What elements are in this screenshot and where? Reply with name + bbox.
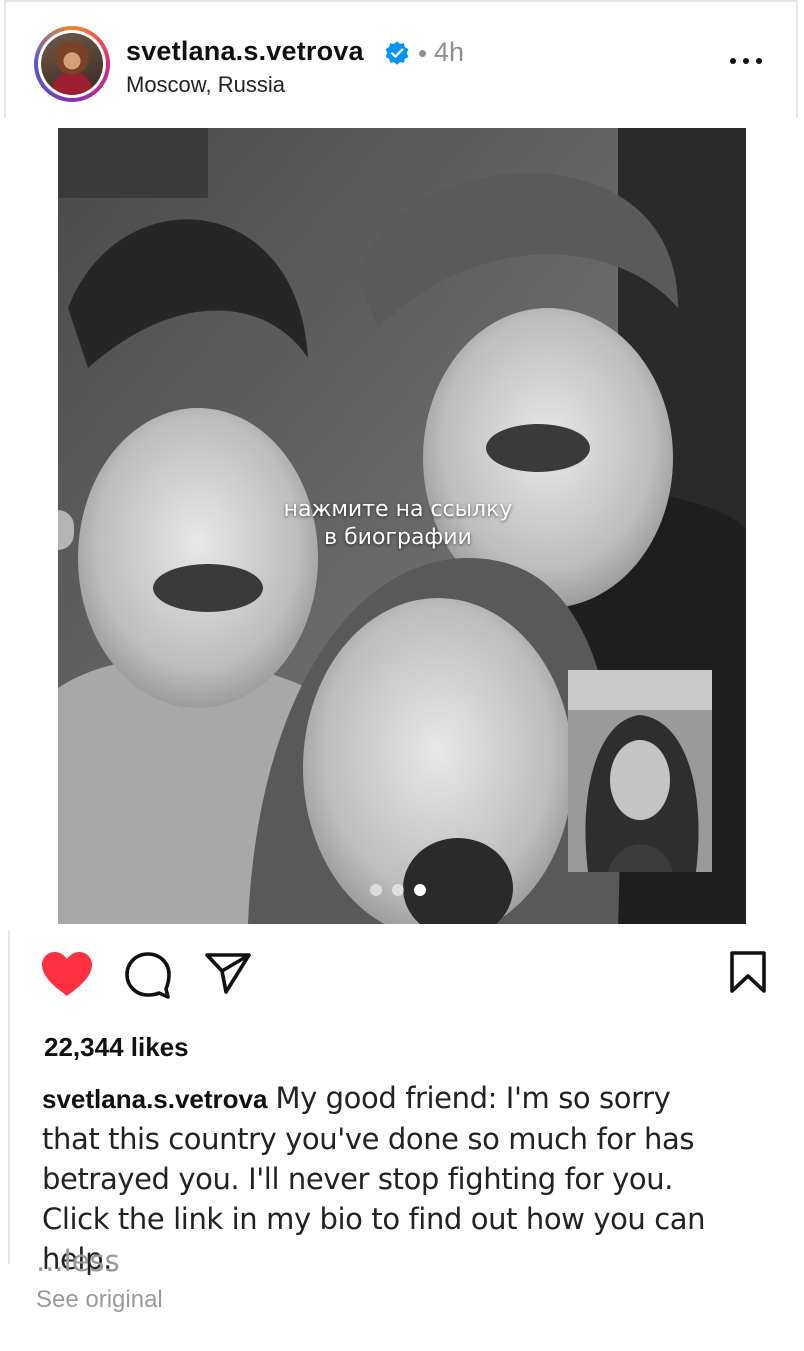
divider xyxy=(8,930,10,1264)
see-original-link[interactable]: See original xyxy=(36,1286,163,1314)
less-link[interactable]: ...less xyxy=(36,1244,120,1278)
more-dot xyxy=(743,58,749,64)
post-username[interactable]: svetlana.s.vetrova xyxy=(126,36,364,67)
more-dot xyxy=(756,58,762,64)
avatar-photo xyxy=(41,33,103,95)
bookmark-icon[interactable] xyxy=(728,950,768,994)
send-icon[interactable] xyxy=(204,952,252,994)
more-dot xyxy=(730,58,736,64)
overlay-line: нажмите на ссылку xyxy=(283,497,513,522)
caption-username[interactable]: svetlana.s.vetrova xyxy=(42,1084,267,1114)
avatar[interactable] xyxy=(34,26,110,102)
post-time: 4h xyxy=(434,37,465,67)
verified-badge-icon xyxy=(385,41,409,65)
post-caption: svetlana.s.vetrova My good friend: I'm so… xyxy=(42,1078,732,1279)
post-media[interactable]: нажмите на ссылку в биографии xyxy=(58,128,746,924)
post-header: svetlana.s.vetrova • 4h Moscow, Russia xyxy=(4,0,798,118)
carousel-dots xyxy=(368,884,438,898)
comment-icon[interactable] xyxy=(124,951,172,999)
carousel-dot-active xyxy=(414,884,426,896)
carousel-dot xyxy=(370,884,382,896)
media-overlay-text: нажмите на ссылку в биографии xyxy=(248,496,548,552)
carousel-dot xyxy=(392,884,404,896)
avatar-inner xyxy=(38,30,106,98)
heart-filled-icon[interactable] xyxy=(40,950,94,998)
overlay-line: в биографии xyxy=(324,525,472,550)
likes-count[interactable]: 22,344 likes xyxy=(44,1032,189,1063)
pip-video[interactable] xyxy=(568,670,712,872)
pip-photo xyxy=(568,670,712,872)
more-horizontal-icon[interactable] xyxy=(728,54,764,68)
post-location[interactable]: Moscow, Russia xyxy=(126,72,285,98)
meta-separator: • xyxy=(418,38,428,68)
